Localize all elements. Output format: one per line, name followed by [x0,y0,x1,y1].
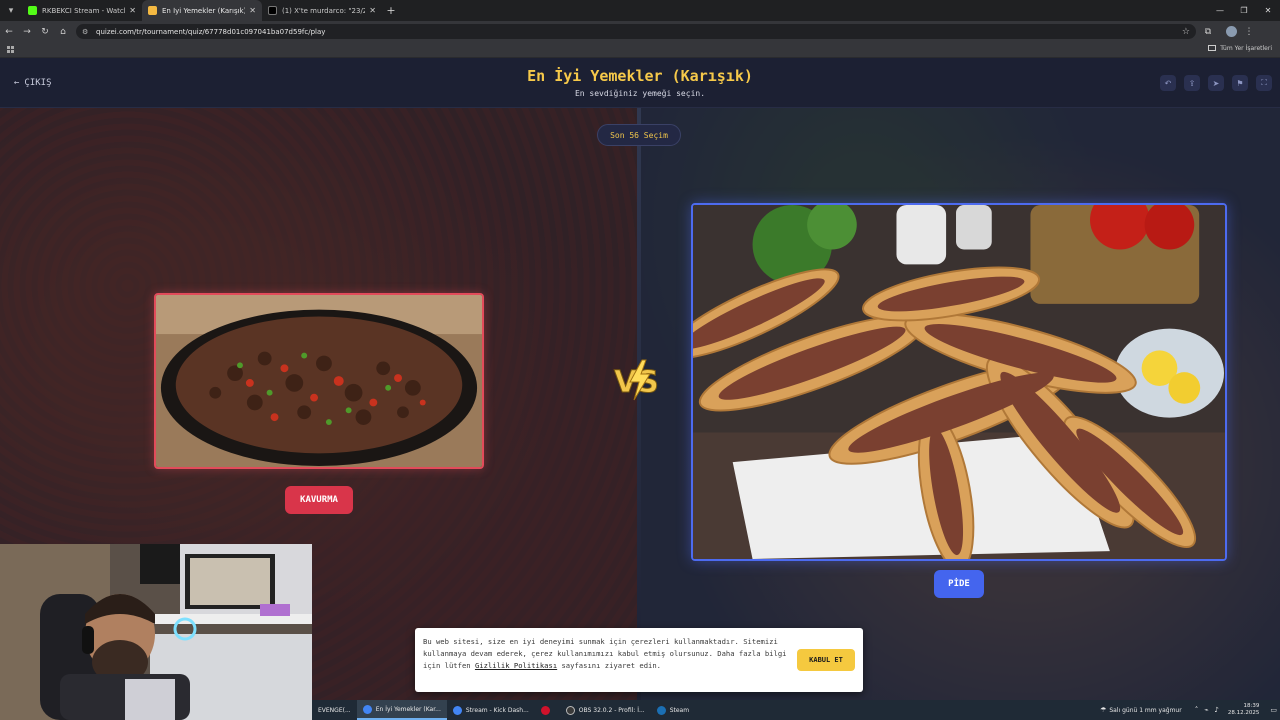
taskbar-item-obs[interactable]: OBS 32.0.2 - Profil: İ... [560,700,651,720]
webcam-overlay [0,544,312,720]
close-tab-icon[interactable]: ✕ [249,6,256,15]
left-choice-card[interactable] [154,293,484,469]
choose-left-button[interactable]: KAVURMA [285,486,353,514]
extensions-icon[interactable]: ⧉ [1196,27,1220,37]
close-window-icon[interactable]: ✕ [1256,0,1280,21]
taskbar-item-steam[interactable]: Steam [651,700,695,720]
pide-image [693,205,1225,559]
tab-search-icon[interactable]: ▾ [0,0,22,21]
tab-title: RKBEKCI Stream - Watch Live o [42,6,125,15]
cookie-text: Bu web sitesi, size en iyi deneyimi sunm… [423,636,793,672]
accept-cookies-button[interactable]: KABUL ET [797,649,855,671]
back-icon[interactable]: ← [0,27,18,37]
clock[interactable]: 18:39 28.12.2025 [1228,703,1260,717]
chevron-up-icon[interactable]: ˄ [1195,706,1199,714]
all-bookmarks[interactable]: Tüm Yer İşaretleri [1208,45,1272,52]
taskbar-item[interactable]: EVENGE(... [312,700,357,720]
page-subtitle: En sevdiğiniz yemeği seçin. [574,89,706,98]
cookie-banner: Bu web sitesi, size en iyi deneyimi sunm… [415,628,863,692]
taskbar-item-label: OBS 32.0.2 - Profil: İ... [578,706,645,714]
webcam-feed-image [0,544,312,720]
profile-avatar[interactable] [1226,26,1237,37]
weather-icon: ☂ [1100,706,1107,714]
volume-icon[interactable]: ♪ [1214,706,1218,714]
privacy-policy-link[interactable]: Gizlilik Politikası [475,661,557,670]
forward-icon[interactable]: → [18,27,36,37]
minimize-icon[interactable]: — [1208,0,1232,21]
taskbar-item-label: En İyi Yemekler (Kar... [375,705,441,713]
browser-tab-2[interactable]: En İyi Yemekler (Karışık) - Tier L ✕ [142,0,262,21]
steam-icon [656,705,666,715]
notifications-icon[interactable]: ▭ [1270,706,1277,714]
bookmark-star-icon[interactable]: ☆ [1182,27,1196,37]
taskbar-item-chrome-kick[interactable]: Stream - Kick Dash... [447,700,535,720]
cookie-text-part: sayfasını ziyaret edin. [557,661,662,670]
window-controls: — ❐ ✕ [1208,0,1280,21]
url-text: quizei.com/tr/tournament/quiz/67778d01c0… [96,27,326,36]
close-tab-icon[interactable]: ✕ [129,6,136,15]
page-title: En İyi Yemekler (Karışık) [527,67,753,85]
site-header: ← ÇIKIŞ En İyi Yemekler (Karışık) En sevd… [0,58,1280,108]
fullscreen-icon[interactable]: ⛶ [1256,75,1272,91]
undo-icon[interactable]: ↶ [1160,75,1176,91]
taskbar-item-chrome-quiz[interactable]: En İyi Yemekler (Kar... [356,700,447,720]
round-badge: Son 56 Seçim [597,124,681,146]
send-icon[interactable]: ➤ [1208,75,1224,91]
header-actions: ↶ ⇪ ➤ ⚑ ⛶ [1160,75,1272,91]
chrome-icon [452,705,462,715]
restore-icon[interactable]: ❐ [1232,0,1256,21]
system-tray: ☂ Salı günü 1 mm yağmur ˄ ⌁ ♪ 18:39 28.1… [1097,700,1280,720]
tab-title: (1) X'te murdarco: "23/24de nas [282,6,366,15]
apps-icon[interactable] [7,46,14,53]
all-bookmarks-label: Tüm Yer İşaretleri [1220,45,1272,52]
obs-icon [565,705,575,715]
reload-icon[interactable]: ↻ [36,27,54,37]
url-field[interactable]: ⚙ quizei.com/tr/tournament/quiz/67778d01… [76,24,1196,39]
clock-date: 28.12.2025 [1227,710,1260,716]
browser-tab-1[interactable]: RKBEKCI Stream - Watch Live o ✕ [22,0,142,21]
choose-right-button[interactable]: PİDE [934,570,984,598]
x-favicon-icon [268,6,277,15]
menu-icon[interactable]: ⋮ [1243,27,1255,37]
home-icon[interactable]: ⌂ [54,27,72,37]
browser-tab-strip: ▾ RKBEKCI Stream - Watch Live o ✕ En İyi… [0,0,1280,21]
windows-taskbar: EVENGE(... En İyi Yemekler (Kar... Strea… [312,700,1280,720]
right-choice-card[interactable] [691,203,1227,561]
site-info-icon[interactable]: ⚙ [82,28,90,36]
kick-favicon-icon [28,6,37,15]
kavurma-image [156,295,482,467]
new-tab-icon[interactable]: + [382,4,400,17]
address-bar-row: ← → ↻ ⌂ ⚙ quizei.com/tr/tournament/quiz/… [0,21,1280,42]
close-tab-icon[interactable]: ✕ [369,6,376,15]
tab-title: En İyi Yemekler (Karışık) - Tier L [162,6,246,15]
center-divider [637,108,641,700]
clock-time: 18:39 [1243,703,1260,709]
bookmarks-bar: Tüm Yer İşaretleri [0,42,1280,58]
versus-icon: VS [614,359,659,401]
taskbar-item-label: EVENGE(... [318,706,351,714]
folder-icon [1208,45,1217,51]
chrome-icon [362,704,372,714]
browser-tab-3[interactable]: (1) X'te murdarco: "23/24de nas ✕ [262,0,382,21]
share-icon[interactable]: ⇪ [1184,75,1200,91]
taskbar-item-app[interactable] [535,700,560,720]
quizei-favicon-icon [148,6,157,15]
taskbar-item-label: Stream - Kick Dash... [465,706,529,714]
weather-text: Salı günü 1 mm yağmur [1109,706,1182,714]
taskbar-item-label: Steam [669,706,690,714]
network-icon[interactable]: ⌁ [1204,706,1208,714]
app-icon [540,705,550,715]
flag-icon[interactable]: ⚑ [1232,75,1248,91]
